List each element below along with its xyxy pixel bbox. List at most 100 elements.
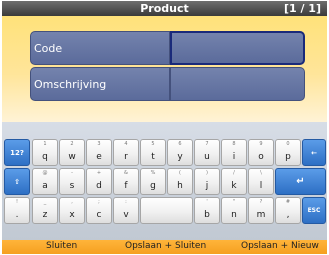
enter-icon: ↵ — [296, 176, 305, 187]
key-sub-label: % — [150, 170, 156, 176]
key-sub-label: & — [124, 170, 128, 176]
page-indicator: [1 / 1] — [283, 2, 321, 15]
key-e[interactable]: 3 e — [86, 139, 112, 166]
key-a[interactable]: @ a — [32, 168, 58, 195]
key-label: x — [69, 210, 75, 220]
key-label: t — [151, 152, 155, 162]
key-label: g — [150, 181, 156, 191]
key-t[interactable]: 5 t — [140, 139, 166, 166]
key-label: y — [177, 152, 183, 162]
key-s[interactable]: - s — [59, 168, 85, 195]
key-sub-label: ) — [206, 170, 208, 176]
key-sub-label: : — [125, 199, 127, 205]
key-sub-label: ; — [98, 199, 100, 205]
key-label: a — [42, 181, 48, 191]
key-label: v — [123, 210, 129, 220]
key-sub-label: , — [71, 199, 73, 205]
key-m[interactable]: ? m — [248, 197, 274, 224]
close-button[interactable]: Sluiten — [46, 241, 77, 251]
key-label: . — [15, 210, 19, 220]
key-sub-label: 6 — [178, 141, 182, 147]
key-q[interactable]: 1 q — [32, 139, 58, 166]
shift-key[interactable]: ⇧ — [4, 168, 30, 195]
key-period[interactable]: ! . — [4, 197, 30, 224]
key-sub-label: @ — [42, 170, 48, 176]
key-label: j — [205, 181, 209, 191]
key-z[interactable]: _ z — [32, 197, 58, 224]
key-sub-label: ? — [259, 199, 263, 205]
escape-label: ESC — [307, 207, 321, 214]
key-sub-label: ' — [206, 199, 208, 205]
key-comma[interactable]: # , — [275, 197, 301, 224]
save-new-button[interactable]: Opslaan + Nieuw — [241, 241, 319, 251]
key-label: f — [124, 181, 128, 191]
key-label: c — [96, 210, 102, 220]
key-sub-label: 4 — [124, 141, 128, 147]
key-b[interactable]: ' b — [194, 197, 220, 224]
key-sub-label: + — [96, 170, 102, 176]
backspace-icon: ← — [311, 149, 317, 157]
key-g[interactable]: % g — [140, 168, 166, 195]
key-p[interactable]: 0 p — [275, 139, 301, 166]
key-sub-label: 0 — [286, 141, 290, 147]
key-h[interactable]: ( h — [167, 168, 193, 195]
key-sub-label: # — [285, 199, 291, 205]
key-label: o — [258, 152, 264, 162]
key-l[interactable]: \ l — [248, 168, 274, 195]
key-label: l — [259, 181, 263, 191]
onscreen-keyboard: 12? 1 q 2 w 3 e 4 r 5 t 6 y 7 u 8 i 9 o … — [2, 122, 327, 240]
key-o[interactable]: 9 o — [248, 139, 274, 166]
key-sub-label: \ — [260, 170, 262, 176]
key-r[interactable]: 4 r — [113, 139, 139, 166]
key-sub-label: _ — [43, 199, 47, 205]
key-label: u — [204, 152, 210, 162]
numeric-mode-label: 12? — [10, 149, 24, 157]
key-y[interactable]: 6 y — [167, 139, 193, 166]
shift-icon: ⇧ — [14, 178, 20, 186]
key-i[interactable]: 8 i — [221, 139, 247, 166]
key-c[interactable]: ; c — [86, 197, 112, 224]
key-label: d — [96, 181, 102, 191]
key-x[interactable]: , x — [59, 197, 85, 224]
key-d[interactable]: + d — [86, 168, 112, 195]
key-v[interactable]: : v — [113, 197, 139, 224]
key-sub-label: 2 — [70, 141, 74, 147]
product-form: Code Omschrijving — [2, 16, 327, 122]
product-dialog: Product [1 / 1] Code Omschrijving 12? 1 … — [2, 1, 327, 254]
key-w[interactable]: 2 w — [59, 139, 85, 166]
key-label: p — [285, 152, 291, 162]
escape-key[interactable]: ESC — [302, 197, 326, 224]
description-label: Omschrijving — [30, 67, 170, 101]
page-title: Product — [140, 2, 189, 15]
key-label: z — [42, 210, 48, 220]
key-label: w — [68, 152, 76, 162]
save-close-button[interactable]: Opslaan + Sluiten — [125, 241, 206, 251]
numeric-mode-key[interactable]: 12? — [4, 139, 30, 166]
key-sub-label: - — [71, 170, 73, 176]
key-sub-label: " — [232, 199, 236, 205]
key-n[interactable]: " n — [221, 197, 247, 224]
backspace-key[interactable]: ← — [302, 139, 326, 166]
space-key[interactable] — [140, 197, 193, 224]
key-label: e — [96, 152, 102, 162]
key-label: s — [69, 181, 75, 191]
key-sub-label: 3 — [97, 141, 101, 147]
title-bar: Product [1 / 1] — [2, 1, 327, 16]
key-label: i — [232, 152, 236, 162]
key-sub-label: ( — [179, 170, 181, 176]
key-f[interactable]: & f — [113, 168, 139, 195]
key-j[interactable]: ) j — [194, 168, 220, 195]
code-field[interactable] — [170, 31, 305, 65]
key-sub-label: ! — [15, 199, 18, 205]
enter-key[interactable]: ↵ — [275, 168, 326, 195]
key-sub-label: 7 — [205, 141, 209, 147]
key-k[interactable]: / k — [221, 168, 247, 195]
key-sub-label: 1 — [43, 141, 47, 147]
key-label: , — [286, 210, 290, 220]
key-u[interactable]: 7 u — [194, 139, 220, 166]
key-label: h — [177, 181, 183, 191]
key-label: r — [124, 152, 128, 162]
description-field[interactable] — [170, 67, 305, 101]
key-sub-label: 5 — [151, 141, 155, 147]
key-sub-label: 8 — [232, 141, 236, 147]
